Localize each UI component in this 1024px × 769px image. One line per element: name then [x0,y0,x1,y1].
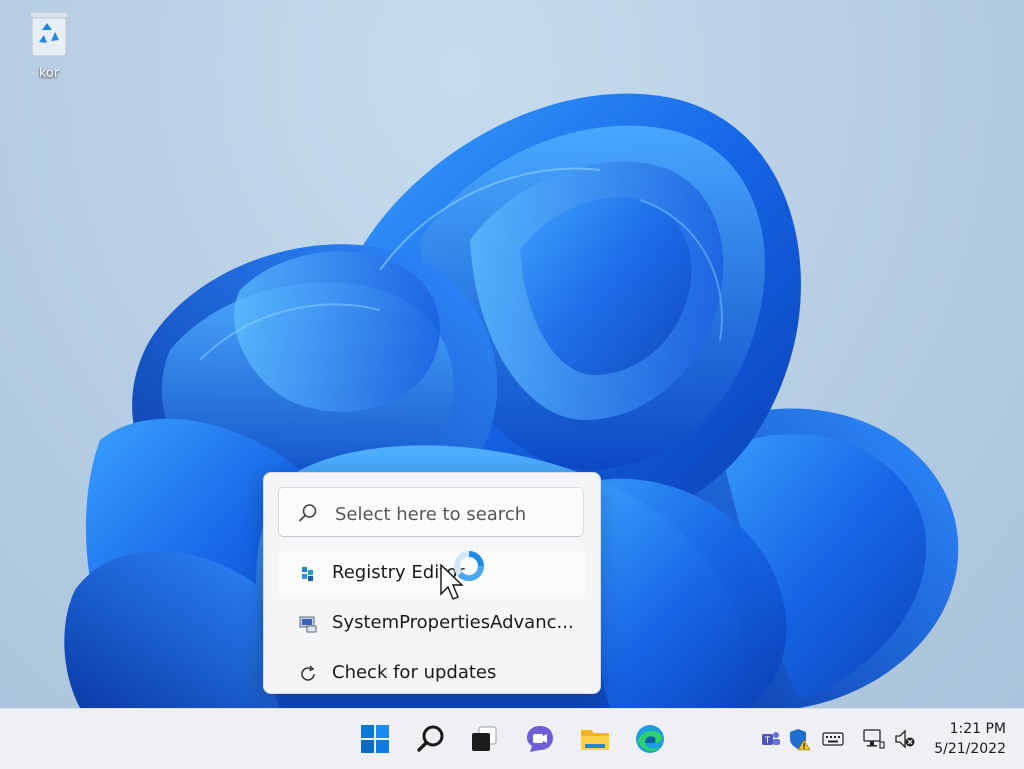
clock-date: 5/21/2022 [934,741,1006,757]
keyboard-icon [822,732,844,746]
tray-network[interactable] [860,727,886,751]
edge-button[interactable] [632,721,668,757]
security-warning-icon [790,729,811,751]
search-result-system-properties[interactable]: SystemPropertiesAdvanc... [278,601,586,647]
result-label: SystemPropertiesAdvanc... [332,612,574,633]
registry-editor-icon [298,564,318,584]
refresh-icon [298,664,318,684]
search-input[interactable] [333,500,577,528]
search-result-check-for-updates[interactable]: Check for updates [278,651,586,693]
tray-windows-security[interactable] [786,727,812,751]
search-flyout: Registry Editor SystemPropertiesAdvanc..… [263,472,601,694]
file-explorer-button[interactable] [577,721,613,757]
task-view-button[interactable] [466,721,502,757]
task-view-icon [472,726,497,751]
chat-icon [527,726,553,752]
recycle-bin-icon [29,11,69,57]
edge-icon [636,725,664,753]
search-icon [298,503,318,527]
tray-keyboard[interactable] [820,727,846,751]
desktop-icon-recycle-bin[interactable]: kor [18,8,80,81]
tray-volume[interactable] [892,727,918,751]
chat-button[interactable] [522,721,558,757]
search-icon [417,725,444,752]
clock-time: 1:21 PM [949,721,1006,737]
mouse-pointer-icon [440,563,466,608]
start-button[interactable] [357,721,393,757]
search-box[interactable] [278,487,584,537]
search-taskbar-button[interactable] [413,721,449,757]
volume-muted-icon [895,729,915,749]
taskbar: T 1:21 PM 5/21/2022 [0,708,1024,769]
system-properties-icon [298,614,318,634]
tray-teams[interactable]: T [757,727,783,751]
teams-icon: T [762,732,780,745]
result-label: Check for updates [332,662,497,683]
search-result-registry-editor[interactable]: Registry Editor [278,551,586,597]
svg-text:T: T [765,735,771,745]
system-clock[interactable]: 1:21 PM 5/21/2022 [928,719,1006,759]
windows-start-icon [361,725,389,753]
folder-icon [581,730,609,750]
desktop-icon-label: kor [38,66,60,81]
network-icon [863,729,885,749]
